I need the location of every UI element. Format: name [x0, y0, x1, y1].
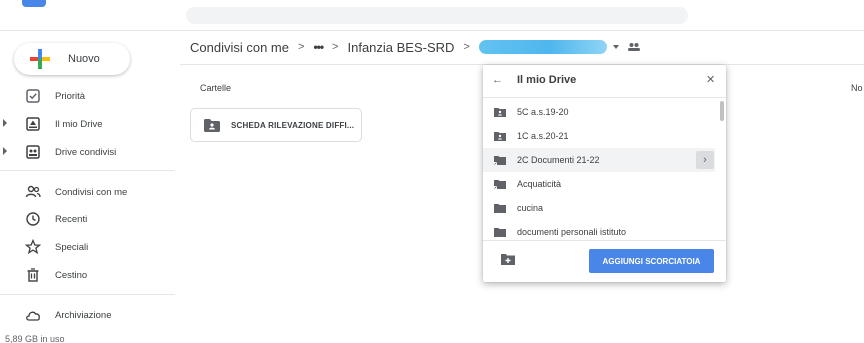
expand-arrow-icon[interactable]	[3, 119, 7, 127]
shared-folder-icon	[204, 118, 220, 132]
list-item-label: 1C a.s.20-21	[517, 131, 569, 141]
chevron-right-icon[interactable]: ›	[696, 151, 714, 169]
dialog-title: Il mio Drive	[517, 74, 577, 86]
shared-people-icon	[627, 43, 640, 51]
list-item-label: cucina	[517, 203, 544, 213]
section-title-folders: Cartelle	[200, 83, 232, 93]
chevron-down-icon[interactable]	[612, 45, 619, 49]
chevron-right-icon: >	[332, 41, 339, 53]
new-folder-icon[interactable]	[501, 253, 515, 265]
sidebar-item-label: Il mio Drive	[55, 118, 103, 130]
sidebar-item-recent[interactable]: Recenti	[0, 207, 175, 231]
sidebar-item-shared-drives[interactable]: Drive condivisi	[0, 140, 175, 164]
sidebar-divider	[0, 294, 175, 295]
shortcut-folder-icon	[494, 156, 506, 165]
my-drive-icon	[26, 117, 40, 131]
dialog-header: ← Il mio Drive ✕	[483, 65, 726, 97]
folder-icon	[494, 204, 506, 213]
list-item[interactable]: documenti personali istituto	[483, 220, 715, 240]
star-icon	[24, 238, 42, 255]
sidebar-item-my-drive[interactable]: Il mio Drive	[0, 112, 175, 136]
drive-logo[interactable]	[22, 0, 46, 7]
breadcrumb-folder[interactable]: Infanzia BES-SRD	[347, 40, 454, 55]
sidebar-item-label: Priorità	[55, 90, 86, 102]
shared-folder-icon	[494, 132, 506, 141]
folder-icon	[494, 228, 506, 237]
list-item[interactable]: 1C a.s.20-21	[483, 124, 715, 148]
trash-icon	[27, 268, 39, 282]
sidebar-item-label: Speciali	[55, 241, 89, 253]
plus-icon	[29, 48, 51, 70]
folder-name: SCHEDA RILEVAZIONE DIFFI...	[231, 120, 355, 130]
chevron-right-icon: >	[298, 41, 305, 53]
sidebar-item-storage[interactable]: Archiviazione	[0, 303, 175, 327]
list-item-label: Acquaticità	[517, 179, 562, 189]
list-item-label: documenti personali istituto	[517, 227, 627, 237]
expand-arrow-icon[interactable]	[3, 147, 7, 155]
shared-folder-icon	[494, 108, 506, 117]
sidebar-item-label: Drive condivisi	[55, 146, 117, 158]
sidebar-item-trash[interactable]: Cestino	[0, 263, 175, 287]
sidebar-divider	[0, 170, 175, 171]
people-icon	[25, 185, 41, 198]
breadcrumb-shared-with-me[interactable]: Condivisi con me	[190, 40, 289, 55]
breadcrumb: Condivisi con me > ••• > Infanzia BES-SR…	[190, 38, 641, 56]
back-arrow-icon[interactable]: ←	[492, 74, 503, 86]
dialog-divider	[483, 97, 726, 98]
breadcrumb-more[interactable]: •••	[313, 40, 324, 54]
scrollbar-thumb[interactable]	[720, 101, 724, 121]
chevron-right-icon: >	[463, 41, 470, 53]
list-item[interactable]: cucina	[483, 196, 715, 220]
list-item[interactable]: Acquaticità	[483, 172, 715, 196]
sidebar-item-priority[interactable]: Priorità	[0, 84, 175, 108]
cloud-icon	[26, 311, 40, 321]
sidebar-item-label: Condivisi con me	[55, 186, 128, 198]
folder-list: 5C a.s.19-20 1C a.s.20-21 2C Documenti 2…	[483, 100, 726, 240]
folder-card[interactable]: SCHEDA RILEVAZIONE DIFFI...	[190, 108, 362, 142]
storage-usage-text: 5,89 GB in uso	[5, 334, 65, 343]
close-icon[interactable]: ✕	[706, 73, 715, 86]
add-shortcut-button[interactable]: AGGIUNGI SCORCIATOIA	[589, 249, 714, 273]
list-item-selected[interactable]: 2C Documenti 21-22 ›	[483, 148, 715, 172]
dialog-footer: AGGIUNGI SCORCIATOIA	[483, 240, 726, 282]
sidebar-item-shared-with-me[interactable]: Condivisi con me	[0, 180, 175, 204]
sidebar-item-label: Archiviazione	[55, 309, 112, 321]
header-divider	[0, 30, 864, 31]
list-item[interactable]: 5C a.s.19-20	[483, 100, 715, 124]
shortcut-folder-icon	[494, 180, 506, 189]
list-item-label: 2C Documenti 21-22	[517, 155, 600, 165]
list-item-label: 5C a.s.19-20	[517, 107, 569, 117]
shared-drives-icon	[26, 145, 40, 159]
search-bar[interactable]	[186, 7, 688, 24]
new-button-label: Nuovo	[68, 53, 100, 65]
priority-icon	[26, 89, 40, 103]
column-header-partial: No	[851, 83, 863, 93]
sidebar-item-starred[interactable]: Speciali	[0, 235, 175, 259]
sidebar-item-label: Recenti	[55, 213, 88, 225]
redacted-folder-name[interactable]	[478, 40, 607, 54]
add-shortcut-dialog: ← Il mio Drive ✕ 5C a.s.19-20 1C a.s.20-…	[483, 65, 726, 282]
new-button[interactable]: Nuovo	[14, 43, 130, 75]
clock-icon	[26, 212, 40, 226]
sidebar-item-label: Cestino	[55, 269, 88, 281]
